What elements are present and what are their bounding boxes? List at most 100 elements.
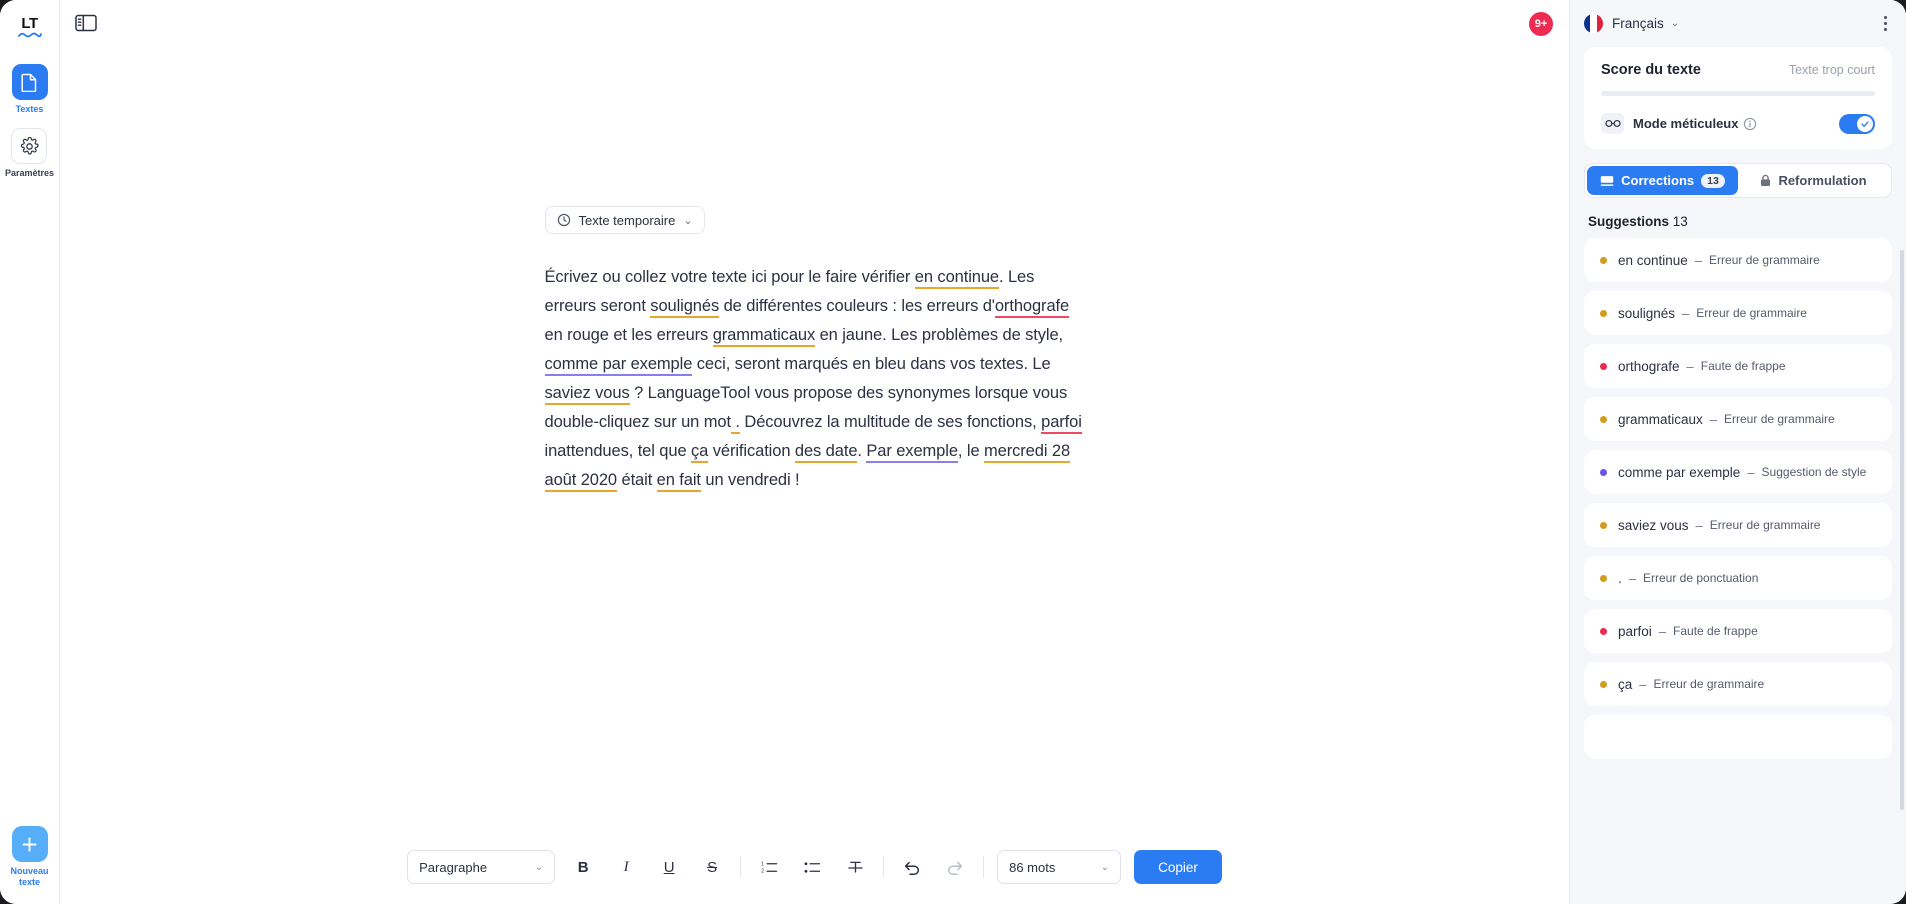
word-count-select[interactable]: 86 mots ⌄ [997,850,1122,884]
corrections-icon [1600,175,1614,186]
suggestion-item[interactable]: orthografe – Faute de frappe [1584,344,1892,388]
suggestion-item[interactable]: parfoi – Faute de frappe [1584,609,1892,653]
logo-wave-icon [17,32,42,38]
doc-error-gram[interactable]: saviez vous [544,384,630,405]
severity-dot [1600,680,1607,688]
suggestion-dash: – [1682,305,1690,321]
panel-toggle-icon[interactable] [75,14,97,32]
doc-error-gram[interactable]: en continue [914,268,999,289]
bulleted-list-icon [804,861,820,873]
suggestion-type: Faute de frappe [1673,624,1758,638]
doc-error-spell[interactable]: parfoi [1041,413,1082,434]
document-title-label: Texte temporaire [578,212,676,228]
sidebar-item-parametres[interactable]: Paramètres [5,128,54,178]
svg-text:1: 1 [761,861,764,867]
gear-icon [20,136,39,155]
doc-text-segment: Écrivez ou collez votre texte ici pour l… [544,268,915,286]
suggestion-item[interactable]: grammaticaux – Erreur de grammaire [1584,397,1892,441]
suggestion-item[interactable]: . – Erreur de ponctuation [1584,556,1892,600]
clear-format-button[interactable] [840,852,870,882]
language-selector-label[interactable]: Français [1612,16,1664,31]
paragraph-style-value: Paragraphe [419,859,488,875]
doc-error-gram[interactable]: grammaticaux [712,326,815,347]
new-text-button[interactable] [11,826,48,863]
suggestion-type: Erreur de grammaire [1696,306,1807,320]
suggestion-word: ça [1618,676,1633,692]
tab-reformulation-label: Reformulation [1778,173,1867,188]
suggestion-word: . [1618,570,1622,586]
suggestion-item[interactable] [1584,715,1892,759]
more-options-icon[interactable] [1879,11,1892,36]
suggestion-dash: – [1658,623,1667,639]
meticulous-mode-label: Mode méticuleux [1633,116,1739,131]
document-text[interactable]: Écrivez ou collez votre texte ici pour l… [544,263,1085,495]
document-title-dropdown[interactable]: Texte temporaire ⌄ [544,206,705,234]
doc-error-gram[interactable]: soulignés [650,297,719,318]
languagetool-logo[interactable]: LT [13,16,47,44]
underline-button[interactable]: U [654,852,684,882]
doc-text-segment: était [617,471,657,489]
suggestion-item[interactable]: en continue – Erreur de grammaire [1584,238,1892,282]
sidebar-item-parametres-box [11,128,48,165]
suggestion-item[interactable]: ça – Erreur de grammaire [1584,662,1892,706]
numbered-list-button[interactable]: 1 2 [754,852,784,882]
severity-dot [1600,468,1607,476]
chevron-down-icon: ⌄ [534,861,544,873]
svg-text:2: 2 [761,868,764,874]
sidebar-item-textes-label: Textes [15,104,44,114]
doc-text-segment: , le [957,442,985,460]
doc-error-style[interactable]: Par exemple [866,442,958,463]
copy-button[interactable]: Copier [1134,850,1222,884]
toolbar-divider [740,856,742,878]
tab-corrections-label: Corrections [1621,173,1695,188]
doc-error-gram[interactable]: en fait [656,471,701,492]
suggestion-dash: – [1628,570,1636,586]
undo-button[interactable] [897,852,927,882]
tab-corrections[interactable]: Corrections 13 [1587,166,1738,195]
doc-text-segment: de différentes couleurs : les erreurs d' [719,297,995,315]
sidebar-item-textes-box [11,64,48,100]
bulleted-list-button[interactable] [797,852,827,882]
doc-text-segment: inattendues, tel que [544,442,692,460]
suggestion-item[interactable]: soulignés – Erreur de grammaire [1584,291,1892,335]
chevron-down-icon: ⌄ [1100,861,1110,873]
suggestion-word: orthografe [1618,358,1680,374]
tab-reformulation[interactable]: Reformulation [1738,166,1889,195]
suggestion-dash: – [1686,358,1694,374]
sidebar-item-textes[interactable]: Textes [11,64,48,114]
suggestion-item[interactable]: comme par exemple – Suggestion de style [1584,450,1892,494]
undo-icon [904,861,920,875]
doc-text-segment: en jaune. Les problèmes de style, [815,326,1064,344]
right-panel: Français ⌄ Score du texte Texte trop cou… [1569,0,1906,904]
strikethrough-button[interactable]: S [697,852,727,882]
suggestions-title: Suggestions [1588,214,1670,229]
bold-button[interactable]: B [568,852,598,882]
doc-text-segment: en rouge et les erreurs [544,326,713,344]
meticulous-mode-toggle[interactable] [1839,113,1875,134]
panel-scrollbar[interactable] [1900,250,1904,810]
panel-header: Français ⌄ [1570,0,1906,47]
suggestion-word: saviez vous [1618,517,1689,533]
suggestion-dash: – [1695,517,1703,533]
suggestion-type: Erreur de ponctuation [1643,571,1759,585]
doc-error-spell[interactable]: orthografe [994,297,1069,318]
glasses-glyph [1604,119,1621,128]
paragraph-style-select[interactable]: Paragraphe ⌄ [407,850,556,884]
doc-error-gram[interactable]: des date [794,442,858,463]
doc-error-style[interactable]: comme par exemple [544,355,692,376]
suggestion-word: en continue [1618,252,1688,268]
doc-error-gram[interactable]: . [730,413,740,434]
info-icon[interactable] [1743,117,1757,131]
suggestion-type: Erreur de grammaire [1709,518,1821,532]
chevron-down-icon[interactable]: ⌄ [1671,18,1679,29]
italic-button[interactable]: I [611,852,641,882]
suggestion-item[interactable]: saviez vous – Erreur de grammaire [1584,503,1892,547]
redo-button[interactable] [940,852,970,882]
toolbar-divider [883,856,885,878]
toggle-knob [1857,115,1873,132]
doc-error-gram[interactable]: ça [691,442,708,463]
sidebar-item-parametres-label: Paramètres [4,168,55,179]
new-text-label: Nouveau texte [10,866,48,888]
notification-badge[interactable]: 9+ [1529,12,1553,36]
doc-text-segment: un vendredi ! [700,471,800,489]
